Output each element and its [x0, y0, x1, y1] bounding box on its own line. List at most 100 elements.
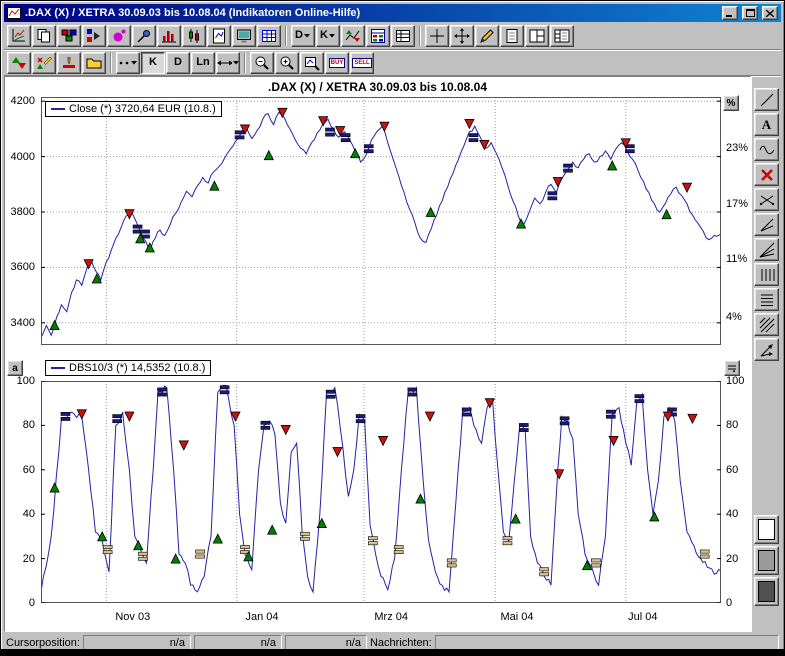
pin-button[interactable]: [132, 25, 156, 47]
trendline-tool[interactable]: [754, 88, 779, 111]
log-scale-label: Ln: [196, 57, 209, 68]
monitor-button[interactable]: [232, 25, 256, 47]
layout-button[interactable]: [525, 25, 549, 47]
arrows-tool[interactable]: [754, 338, 779, 361]
cursor-mode-button[interactable]: [216, 52, 240, 74]
scale-menu-button[interactable]: [724, 360, 740, 376]
period-candle-button[interactable]: K: [316, 25, 340, 47]
fan-lines-tool[interactable]: [754, 238, 779, 261]
price-right-axis: 23%17%11%4%: [724, 97, 750, 349]
new-chart-icon: [11, 28, 27, 44]
delete-x-icon: [759, 167, 775, 183]
sell-marker-button[interactable]: SELL: [350, 52, 374, 74]
period-day-button[interactable]: D: [291, 25, 315, 47]
chart-report-button[interactable]: [207, 25, 231, 47]
angle-tool[interactable]: [754, 213, 779, 236]
signal-arrows-button[interactable]: [341, 25, 365, 47]
line-style-icon: [118, 59, 130, 67]
vertical-lines-tool[interactable]: [754, 263, 779, 286]
axis-tick-label: 60: [23, 464, 35, 476]
data-table-button[interactable]: [391, 25, 415, 47]
close-button[interactable]: [762, 6, 778, 20]
percent-scale-button[interactable]: %: [723, 95, 739, 111]
notes-button[interactable]: [500, 25, 524, 47]
legend-line-sample: [51, 367, 65, 369]
dropdown-arrow-icon: [329, 34, 336, 38]
cross-lines-tool[interactable]: [754, 188, 779, 211]
daily-chart-button[interactable]: D: [166, 52, 190, 74]
price-left-axis: 34003600380040004200: [5, 97, 38, 349]
maximize-button[interactable]: [742, 6, 758, 20]
sell-marker-label: SELL: [352, 58, 371, 68]
axis-tick-label: 4200: [11, 95, 35, 107]
hatch-tool[interactable]: [754, 313, 779, 336]
swatch-dark-icon: [758, 581, 775, 602]
oscillator-plot[interactable]: [41, 381, 721, 603]
oscillator-left-axis: 020406080100: [5, 381, 38, 607]
draw-pencil-button[interactable]: [475, 25, 499, 47]
chart-objects-button[interactable]: [82, 25, 106, 47]
subchart-a-button[interactable]: a: [7, 360, 23, 376]
chart-panel: .DAX (X) / XETRA 30.09.03 bis 10.08.04 3…: [4, 76, 751, 632]
daily-chart-label: D: [174, 57, 182, 68]
workspace: .DAX (X) / XETRA 30.09.03 bis 10.08.04 3…: [4, 76, 781, 632]
move-button[interactable]: [450, 25, 474, 47]
brush-icon: [61, 55, 77, 71]
log-scale-button[interactable]: Ln: [191, 52, 215, 74]
axis-tick-label: 0: [29, 597, 35, 609]
fan-lines-icon: [759, 242, 775, 258]
cross-lines-icon: [759, 192, 775, 208]
oscillator-legend[interactable]: DBS10/3 (*) 14,5352 (10.8.): [45, 360, 211, 376]
vertical-lines-icon: [759, 267, 775, 283]
oscillator-legend-text: DBS10/3 (*) 14,5352 (10.8.): [69, 362, 205, 374]
swatch-light-tool[interactable]: [754, 515, 779, 544]
axis-tick-label: 40: [726, 508, 738, 520]
copy-button[interactable]: [32, 25, 56, 47]
buy-sell-triangles-icon: [11, 55, 27, 71]
horizontal-lines-tool[interactable]: [754, 288, 779, 311]
grid-export-button[interactable]: [257, 25, 281, 47]
period-day-label: D: [295, 30, 303, 41]
properties-button[interactable]: [550, 25, 574, 47]
quote-board-button[interactable]: [366, 25, 390, 47]
pencil-icon: [479, 28, 495, 44]
text-tool[interactable]: A: [754, 113, 779, 136]
toolbar-separator: [419, 26, 421, 46]
new-chart-button[interactable]: [7, 25, 31, 47]
candlestick-button[interactable]: [182, 25, 206, 47]
bar-chart-button[interactable]: [157, 25, 181, 47]
template-button[interactable]: [82, 52, 106, 74]
oscillator-right-axis: 020406080100: [724, 381, 750, 607]
chart-title: .DAX (X) / XETRA 30.09.03 bis 10.08.04: [5, 80, 750, 94]
signals-overlay-button[interactable]: [7, 52, 31, 74]
layout-icon: [529, 28, 545, 44]
dropdown-arrow-icon: [131, 61, 138, 65]
swatch-medium-tool[interactable]: [754, 546, 779, 575]
price-legend[interactable]: Close (*) 3720,64 EUR (10.8.): [45, 101, 222, 117]
zoom-out-button[interactable]: [250, 52, 274, 74]
axis-tick-label: 60: [726, 464, 738, 476]
delete-tool[interactable]: [754, 163, 779, 186]
format-brush-button[interactable]: [57, 52, 81, 74]
angle-lines-icon: [759, 217, 775, 233]
highlighter-button[interactable]: [107, 25, 131, 47]
signal-editor-button[interactable]: [32, 52, 56, 74]
minimize-button[interactable]: [722, 6, 738, 20]
buy-marker-button[interactable]: BUY: [325, 52, 349, 74]
price-plot[interactable]: [41, 97, 721, 345]
hatch-icon: [759, 317, 775, 333]
price-legend-text: Close (*) 3720,64 EUR (10.8.): [69, 103, 216, 115]
zoom-range-button[interactable]: [300, 52, 324, 74]
chart-page-icon: [211, 28, 227, 44]
wave-tool[interactable]: [754, 138, 779, 161]
zoom-in-button[interactable]: [275, 52, 299, 74]
candle-chart-button[interactable]: K: [141, 52, 165, 74]
axis-tick-label: 17%: [726, 198, 748, 210]
swatch-dark-tool[interactable]: [754, 577, 779, 606]
toolbar-separator: [110, 53, 112, 73]
crosshair-button[interactable]: [425, 25, 449, 47]
objects-arrow-icon: [86, 28, 102, 44]
workspace-colors-button[interactable]: [57, 25, 81, 47]
scale-menu-icon: [728, 365, 737, 372]
line-style-button[interactable]: [116, 52, 140, 74]
